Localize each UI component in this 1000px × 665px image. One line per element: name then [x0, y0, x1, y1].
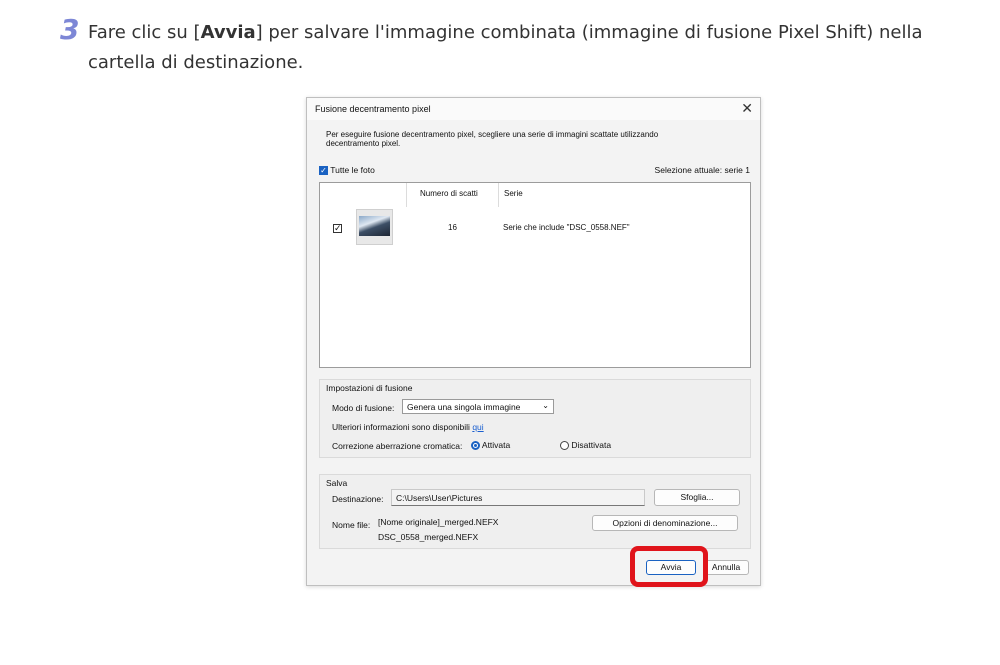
step-text: Fare clic su [Avvia] per salvare l'immag… — [88, 18, 948, 78]
fusion-settings-title: Impostazioni di fusione — [326, 383, 413, 393]
filename-label: Nome file: — [332, 520, 371, 530]
chevron-down-icon: ⌄ — [542, 401, 549, 410]
destination-value: C:\Users\User\Pictures — [396, 493, 483, 503]
dialog-titlebar: Fusione decentramento pixel ✕ — [307, 98, 760, 120]
step-number: 3 — [60, 13, 80, 46]
fusion-mode-select[interactable]: Genera una singola immagine ⌄ — [402, 399, 554, 414]
destination-label: Destinazione: — [332, 494, 384, 504]
checkbox-checked-icon[interactable]: ✓ — [319, 166, 328, 176]
more-info-link[interactable]: qui — [472, 422, 483, 432]
row-checkbox[interactable]: ✓ — [333, 224, 342, 233]
aberration-on-label: Attivata — [481, 440, 511, 450]
cancel-button[interactable]: Annulla — [703, 560, 749, 575]
aberration-on-radio[interactable]: Attivata — [471, 440, 511, 451]
column-header-count[interactable]: Numero di scatti — [420, 189, 478, 198]
filename-pattern: [Nome originale]_merged.NEFX — [378, 517, 499, 527]
pixel-shift-merge-dialog: Fusione decentramento pixel ✕ Per esegui… — [306, 97, 761, 586]
column-divider[interactable] — [498, 183, 499, 207]
save-title: Salva — [326, 478, 348, 488]
dialog-title: Fusione decentramento pixel — [315, 104, 431, 114]
series-name: Serie che include "DSC_0558.NEF" — [503, 223, 630, 232]
browse-button[interactable]: Sfoglia... — [654, 489, 740, 506]
save-settings-group: Salva Destinazione: C:\Users\User\Pictur… — [319, 474, 751, 549]
aberration-off-radio[interactable]: Disattivata — [560, 440, 612, 451]
aberration-off-label: Disattivata — [571, 440, 612, 450]
column-divider[interactable] — [406, 183, 407, 207]
aberration-label: Correzione aberrazione cromatica: — [332, 441, 463, 451]
step-text-before: Fare clic su [ — [88, 22, 201, 43]
step-text-bold: Avvia — [200, 22, 256, 43]
current-selection-label: Selezione attuale: serie 1 — [654, 165, 750, 175]
shot-count: 16 — [448, 223, 457, 232]
radio-selected-icon[interactable] — [471, 441, 480, 451]
filename-example: DSC_0558_merged.NEFX — [378, 532, 479, 542]
destination-field[interactable]: C:\Users\User\Pictures — [391, 489, 645, 506]
image-thumbnail — [356, 209, 393, 245]
fusion-settings-group: Impostazioni di fusione Modo di fusione:… — [319, 379, 751, 458]
more-info-text: Ulteriori informazioni sono disponibili … — [332, 422, 484, 432]
close-icon[interactable]: ✕ — [741, 100, 753, 117]
dialog-description: Per eseguire fusione decentramento pixel… — [326, 130, 659, 148]
fusion-mode-value: Genera una singola immagine — [407, 402, 521, 412]
all-photos-checkbox[interactable]: ✓ Tutte le foto — [319, 165, 375, 176]
fusion-mode-label: Modo di fusione: — [332, 403, 395, 413]
more-info-label: Ulteriori informazioni sono disponibili — [332, 422, 470, 432]
series-list[interactable]: Numero di scatti Serie ✓ 16 Serie che in… — [319, 182, 751, 368]
column-header-series[interactable]: Serie — [504, 189, 523, 198]
radio-unselected-icon[interactable] — [560, 441, 569, 451]
all-photos-label: Tutte le foto — [330, 165, 375, 175]
start-button-highlight — [630, 546, 708, 587]
naming-options-button[interactable]: Opzioni di denominazione... — [592, 515, 738, 531]
